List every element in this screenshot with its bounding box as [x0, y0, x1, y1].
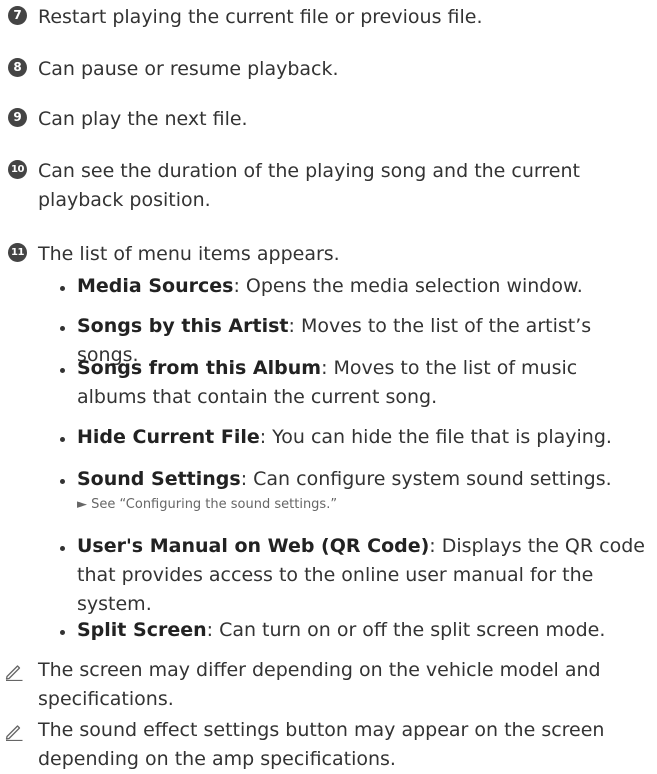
bullet-dot [60, 479, 65, 484]
bullet-dot [60, 326, 65, 331]
note-2: The sound effect settings button may app… [0, 716, 647, 774]
note-1: The screen may differ depending on the v… [0, 656, 647, 714]
list-item: Songs from this Album: Moves to the list… [60, 354, 649, 412]
list-item: Sound Settings: Can configure system sou… [60, 465, 649, 516]
number-badge: 11 [8, 243, 27, 262]
menu-item-term: Songs from this Album [77, 357, 322, 379]
numbered-item-10: 10 Can see the duration of the playing s… [8, 157, 651, 215]
menu-item-term: Split Screen [77, 619, 207, 641]
note-text: The screen may differ depending on the v… [38, 659, 601, 710]
numbered-item-text: Can play the next file. [38, 108, 248, 130]
number-badge: 9 [8, 108, 27, 127]
menu-item-description: : Opens the media selection window. [233, 275, 583, 297]
menu-item-description: : You can hide the file that is playing. [259, 426, 612, 448]
menu-item-description: : Can turn on or off the split screen mo… [206, 619, 606, 641]
numbered-item-7: 7 Restart playing the current file or pr… [8, 3, 651, 32]
number-badge: 8 [8, 58, 27, 77]
bullet-dot [60, 546, 65, 551]
numbered-item-text: Can see the duration of the playing song… [38, 160, 580, 211]
menu-item-term: Media Sources [77, 275, 234, 297]
bullet-dot [60, 368, 65, 373]
numbered-item-text: Restart playing the current file or prev… [38, 6, 483, 28]
list-item: User's Manual on Web (QR Code): Displays… [60, 532, 649, 619]
list-item: Split Screen: Can turn on or off the spl… [60, 616, 649, 645]
list-item: Hide Current File: You can hide the file… [60, 423, 649, 452]
note-text: The sound effect settings button may app… [38, 719, 605, 770]
numbered-item-9: 9 Can play the next file. [8, 105, 651, 134]
number-badge: 7 [8, 6, 27, 25]
numbered-item-text: The list of menu items appears. [38, 243, 340, 265]
menu-item-term: Songs by this Artist [77, 315, 289, 337]
numbered-item-8: 8 Can pause or resume playback. [8, 55, 651, 84]
see-reference-link[interactable]: ► See “Configuring the sound settings.” [77, 494, 649, 516]
numbered-item-text: Can pause or resume playback. [38, 58, 339, 80]
menu-item-term: User's Manual on Web (QR Code) [77, 535, 430, 557]
bullet-dot [60, 630, 65, 635]
bullet-dot [60, 286, 65, 291]
pencil-icon [5, 665, 23, 681]
list-item: Media Sources: Opens the media selection… [60, 272, 649, 301]
menu-item-term: Hide Current File [77, 426, 260, 448]
menu-item-description: : Can configure system sound settings. [240, 468, 612, 490]
manual-page: 7 Restart playing the current file or pr… [0, 0, 657, 770]
number-badge: 10 [8, 160, 27, 179]
pencil-icon [5, 725, 23, 741]
bullet-dot [60, 437, 65, 442]
numbered-item-11: 11 The list of menu items appears. [8, 240, 651, 269]
menu-item-term: Sound Settings [77, 468, 241, 490]
